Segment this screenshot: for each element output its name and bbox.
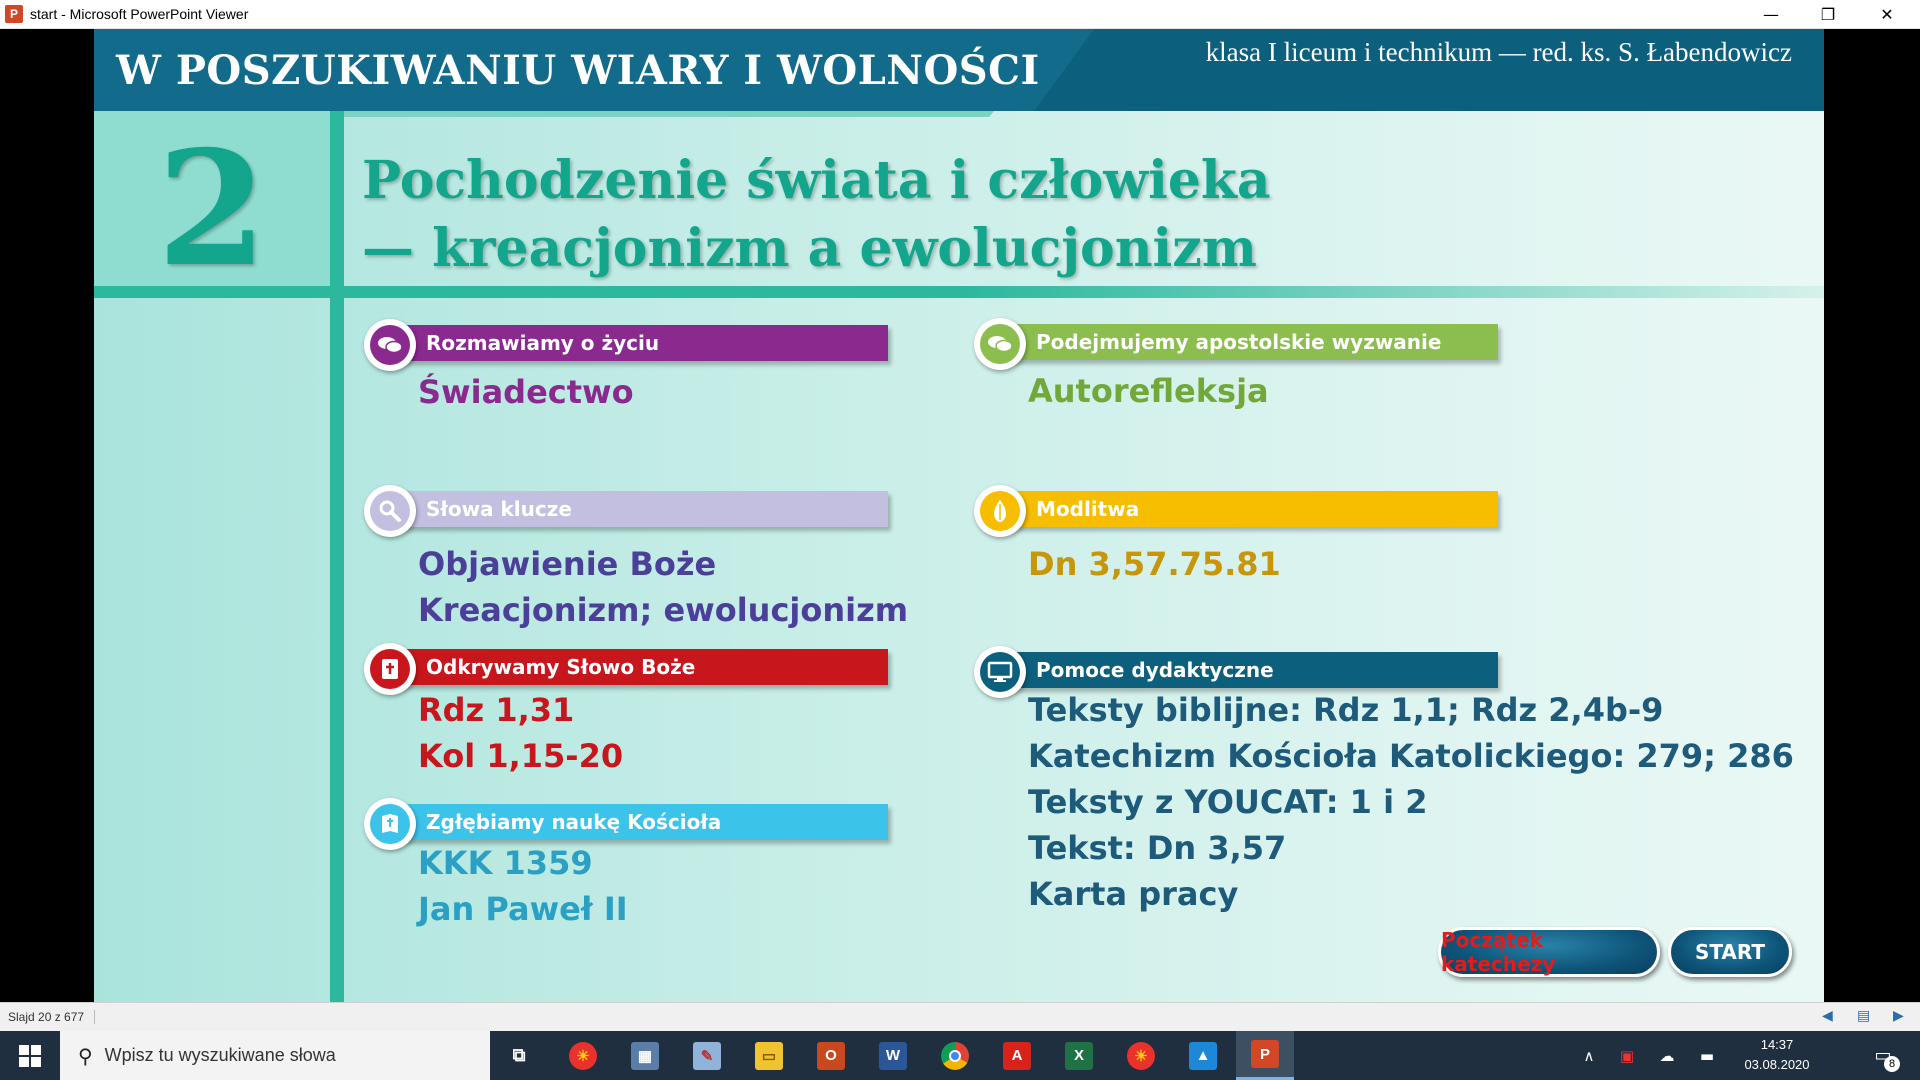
list-item: Kreacjonizm; ewolucjonizm xyxy=(418,591,909,629)
chrome-icon[interactable] xyxy=(926,1031,984,1080)
search-icon: ⚲ xyxy=(78,1043,93,1068)
horizontal-divider xyxy=(94,286,1824,298)
praying-hands-icon xyxy=(974,485,1026,537)
clock[interactable]: 14:37 03.08.2020 xyxy=(1740,1035,1814,1075)
section-label: Zgłębiamy naukę Kościoła xyxy=(394,804,888,840)
close-button[interactable]: ✕ xyxy=(1864,0,1910,29)
office-app-icon[interactable]: O xyxy=(802,1031,860,1080)
search-placeholder: Wpisz tu wyszukiwane słowa xyxy=(104,1045,336,1065)
list-item: Kol 1,15-20 xyxy=(418,737,624,775)
series-subtitle: klasa I liceum i technikum — red. ks. S.… xyxy=(1205,37,1792,67)
next-slide-icon[interactable]: ▶ xyxy=(1893,1008,1904,1024)
section-items: Teksty biblijne: Rdz 1,1; Rdz 2,4b-9 Kat… xyxy=(1028,687,1794,917)
chat-bubbles-icon xyxy=(974,318,1026,370)
magnifier-icon xyxy=(364,485,416,537)
clock-date: 03.08.2020 xyxy=(1744,1057,1810,1072)
battery-icon[interactable]: ▬ xyxy=(1692,1031,1722,1080)
taskbar: ⚲ Wpisz tu wyszukiwane słowa ⧉ ☀ ▦ ✎ ▭ O… xyxy=(0,1031,1920,1080)
section-items: Autorefleksja xyxy=(1028,368,1269,414)
list-item: Karta pracy xyxy=(1028,875,1239,913)
window-titlebar: P start - Microsoft PowerPoint Viewer — … xyxy=(0,0,1920,29)
list-item: Teksty biblijne: Rdz 1,1; Rdz 2,4b-9 xyxy=(1028,691,1664,729)
slide-counter: Slajd 20 z 677 xyxy=(8,1010,96,1024)
lesson-title-line2: — kreacjonizm a ewolucjonizm xyxy=(362,218,1257,279)
list-item: Świadectwo xyxy=(418,373,634,411)
tray-chevron-icon[interactable]: ∧ xyxy=(1576,1031,1602,1080)
acrobat-icon[interactable]: A xyxy=(988,1031,1046,1080)
section-items: Rdz 1,31 Kol 1,15-20 xyxy=(418,687,623,779)
poczatek-katechezy-button[interactable]: Początek katechezy xyxy=(1438,927,1660,977)
vertical-divider xyxy=(330,111,344,1002)
section-label: Modlitwa xyxy=(1004,491,1498,527)
notification-count: 8 xyxy=(1884,1056,1900,1072)
list-item: KKK 1359 xyxy=(418,844,593,882)
chapter-number: 2 xyxy=(157,117,267,302)
file-explorer-icon[interactable]: ▭ xyxy=(740,1031,798,1080)
computer-icon xyxy=(974,646,1026,698)
slide-canvas: W POSZUKIWANIU WIARY I WOLNOŚCI klasa I … xyxy=(94,29,1824,1002)
restore-button[interactable]: ❐ xyxy=(1805,0,1851,29)
book-cross-icon xyxy=(364,798,416,850)
notifications-icon[interactable]: ▭ 8 xyxy=(1860,1031,1906,1080)
series-title: W POSZUKIWANIU WIARY I WOLNOŚCI xyxy=(116,47,1040,94)
list-item: Objawienie Boże xyxy=(418,545,717,583)
previous-slide-icon[interactable]: ◀ xyxy=(1822,1008,1833,1024)
section-label: Rozmawiamy o życiu xyxy=(394,325,888,361)
section-items: KKK 1359 Jan Paweł II xyxy=(418,840,628,932)
powerpoint-viewer-taskbar-icon[interactable]: P xyxy=(1236,1031,1294,1080)
task-view-icon[interactable]: ⧉ xyxy=(490,1031,548,1080)
status-bar: Slajd 20 z 677 ◀ ▤ ▶ xyxy=(0,1002,1920,1031)
taskbar-search[interactable]: ⚲ Wpisz tu wyszukiwane słowa xyxy=(60,1031,490,1080)
menu-icon[interactable]: ▤ xyxy=(1857,1008,1870,1024)
list-item: Rdz 1,31 xyxy=(418,691,575,729)
sun-app-icon[interactable]: ☀ xyxy=(554,1031,612,1080)
start-menu-button[interactable] xyxy=(0,1031,60,1080)
word-icon[interactable]: W xyxy=(864,1031,922,1080)
section-label: Słowa klucze xyxy=(394,491,888,527)
window-title: start - Microsoft PowerPoint Viewer xyxy=(30,6,249,22)
list-item: Jan Paweł II xyxy=(418,890,628,928)
excel-icon[interactable]: X xyxy=(1050,1031,1108,1080)
list-item: Teksty z YOUCAT: 1 i 2 xyxy=(1028,783,1428,821)
sun-app-2-icon[interactable]: ☀ xyxy=(1112,1031,1170,1080)
antivirus-icon[interactable]: ▣ xyxy=(1612,1031,1642,1080)
paint-icon[interactable]: ✎ xyxy=(678,1031,736,1080)
list-item: Katechizm Kościoła Katolickiego: 279; 28… xyxy=(1028,737,1794,775)
section-label: Pomoce dydaktyczne xyxy=(1004,652,1498,688)
section-items: Dn 3,57.75.81 xyxy=(1028,541,1281,587)
minimize-button[interactable]: — xyxy=(1748,0,1794,29)
onedrive-icon[interactable]: ☁ xyxy=(1652,1031,1682,1080)
photos-icon[interactable]: ▲ xyxy=(1174,1031,1232,1080)
bible-icon xyxy=(364,643,416,695)
list-item: Tekst: Dn 3,57 xyxy=(1028,829,1287,867)
lesson-title: Pochodzenie świata i człowieka — kreacjo… xyxy=(362,147,1271,283)
list-item: Dn 3,57.75.81 xyxy=(1028,545,1281,583)
speech-bubbles-icon xyxy=(364,319,416,371)
windows-icon xyxy=(19,1044,41,1067)
section-label: Odkrywamy Słowo Boże xyxy=(394,649,888,685)
section-items: Świadectwo xyxy=(418,369,634,415)
list-item: Autorefleksja xyxy=(1028,372,1269,410)
section-items: Objawienie Boże Kreacjonizm; ewolucjoniz… xyxy=(418,541,908,633)
start-button[interactable]: START xyxy=(1668,927,1792,977)
section-label: Podejmujemy apostolskie wyzwanie xyxy=(1004,324,1498,360)
powerpoint-icon: P xyxy=(5,5,23,23)
clock-time: 14:37 xyxy=(1760,1037,1794,1052)
calculator-icon[interactable]: ▦ xyxy=(616,1031,674,1080)
lesson-title-line1: Pochodzenie świata i człowieka xyxy=(362,150,1271,211)
